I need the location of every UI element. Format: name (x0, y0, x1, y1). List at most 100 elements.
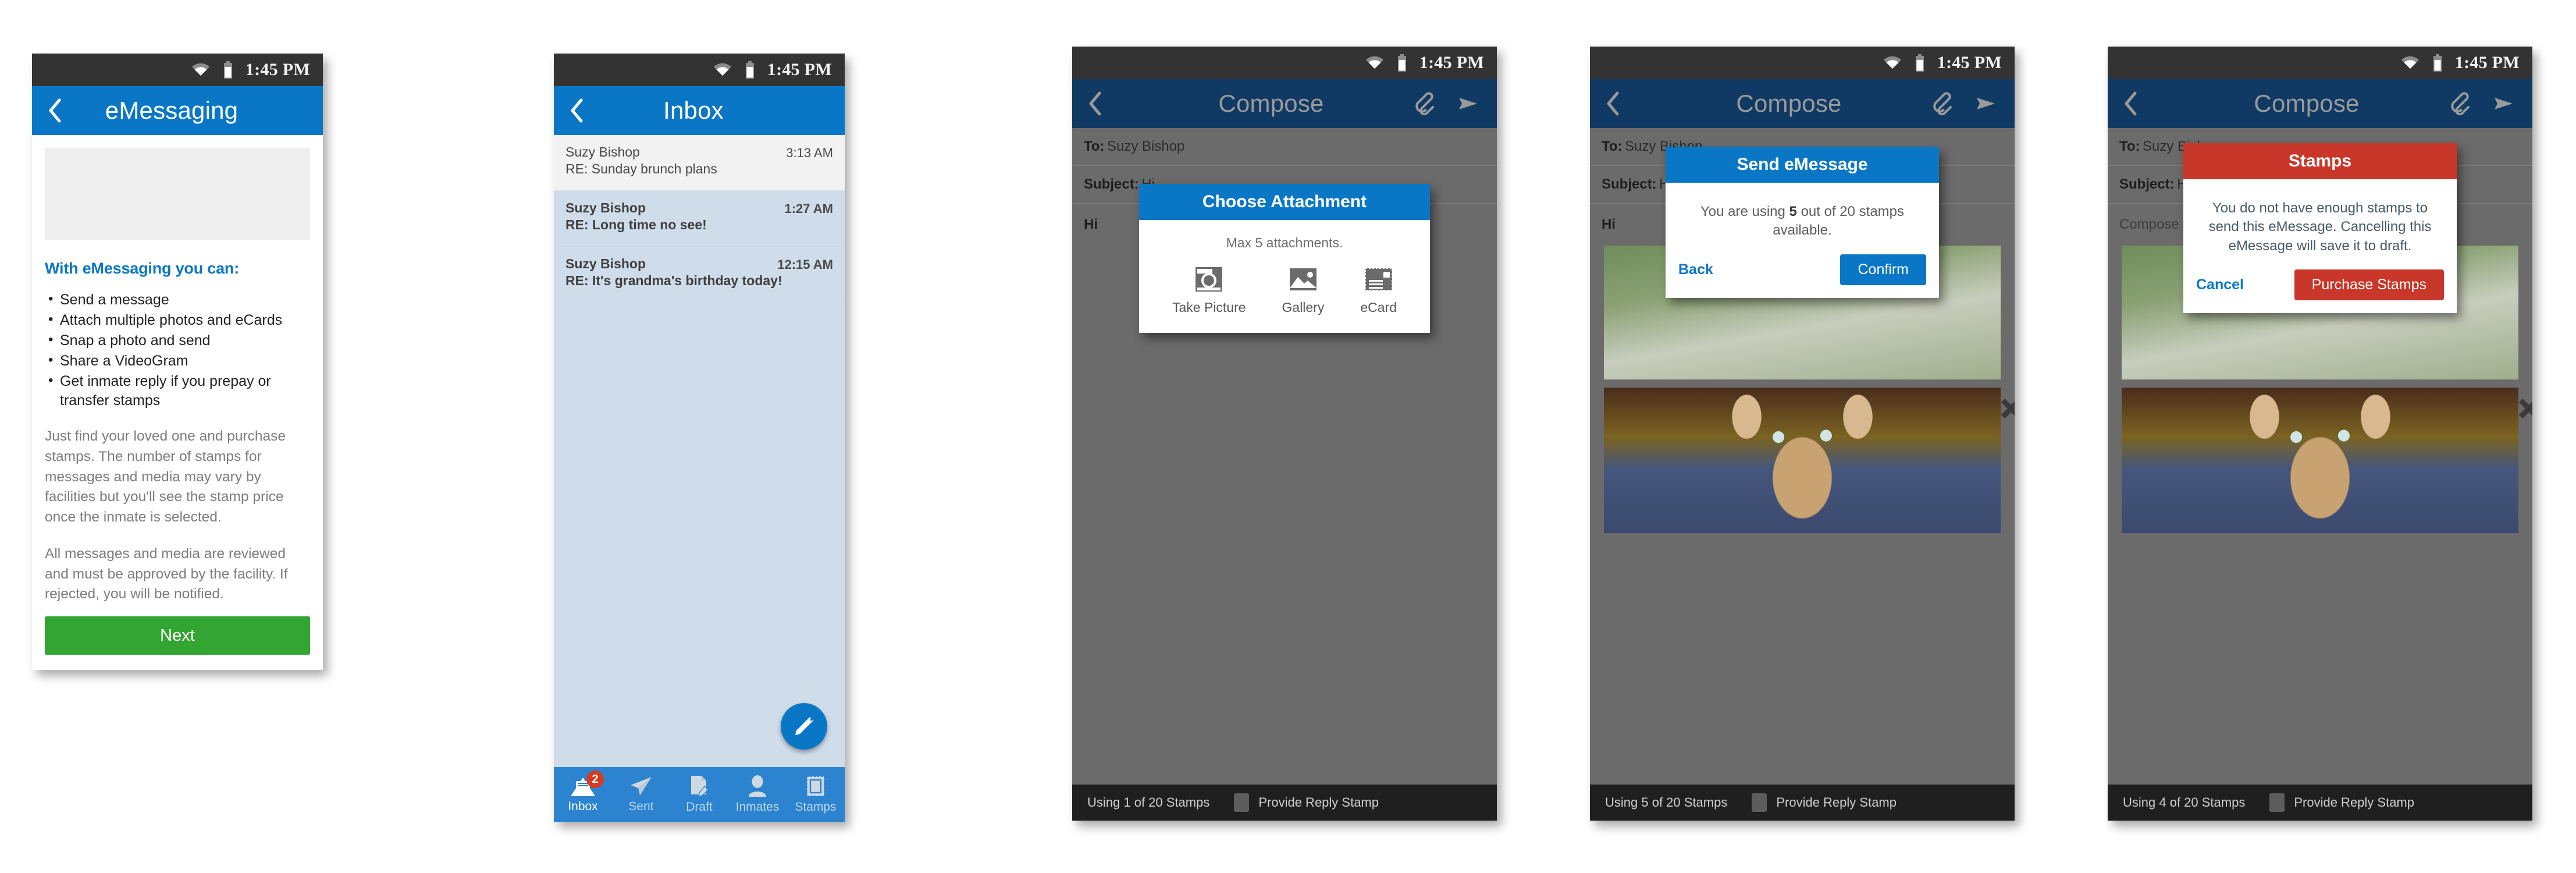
dialog-stamp-count: 5 (1789, 204, 1797, 219)
wifi-icon (1883, 56, 1901, 69)
option-label: Take Picture (1172, 300, 1246, 315)
page-title: Compose (1736, 90, 1842, 117)
bottom-tab-bar: 2 Inbox Sent Draft Inmates Stamps (554, 767, 845, 822)
status-bar-time: 1:45 PM (1419, 53, 1484, 72)
status-bar-time: 1:45 PM (2454, 53, 2520, 72)
provide-reply-stamp-label: Provide Reply Stamp (1258, 795, 1379, 810)
send-icon[interactable] (1974, 92, 1997, 115)
camera-icon (1196, 267, 1223, 292)
back-chevron-icon (571, 98, 583, 123)
tab-inbox[interactable]: 2 Inbox (554, 767, 612, 822)
hero-placeholder-image (45, 148, 310, 240)
tab-label: Stamps (795, 800, 837, 814)
confirm-button[interactable]: Confirm (1840, 254, 1926, 285)
take-picture-option[interactable]: Take Picture (1172, 266, 1246, 315)
app-bar: eMessaging (32, 86, 323, 135)
checkbox-icon (2269, 793, 2285, 812)
stamps-error-dialog: Stamps You do not have enough stamps to … (2183, 143, 2457, 314)
gallery-option[interactable]: Gallery (1282, 266, 1325, 315)
checkbox-icon (1234, 793, 1250, 812)
option-label: eCard (1360, 300, 1397, 315)
provide-reply-stamp-toggle[interactable]: Provide Reply Stamp (1752, 793, 1897, 812)
send-icon[interactable] (2492, 92, 2515, 115)
list-item: Share a VideoGram (45, 351, 310, 371)
app-bar-actions (1931, 92, 2015, 115)
page-title: Compose (1218, 90, 1324, 117)
tab-inmates[interactable]: Inmates (728, 767, 787, 822)
phone-screen-inbox: 1:45 PM Inbox Suzy Bishop RE: Sunday bru… (554, 54, 845, 822)
dialog-subtitle: Max 5 attachments. (1226, 235, 1343, 250)
paperclip-icon[interactable] (2449, 92, 2472, 115)
paperclip-icon[interactable] (1413, 92, 1436, 115)
option-label: Gallery (1282, 300, 1325, 315)
battery-icon (223, 61, 232, 79)
wifi-icon (2401, 56, 2419, 69)
table-row[interactable]: Suzy Bishop RE: It's grandma's birthday … (554, 247, 845, 303)
person-icon (749, 775, 766, 797)
intro-content: With eMessaging you can: Send a message … (32, 260, 323, 605)
send-emessage-dialog: Send eMessage You are using 5 out of 20 … (1666, 147, 1939, 298)
dialog-title: Send eMessage (1666, 147, 1939, 183)
tab-sent[interactable]: Sent (612, 767, 670, 822)
next-button[interactable]: Next (45, 616, 310, 655)
app-bar: Compose (1072, 79, 1497, 128)
wifi-icon (1365, 56, 1383, 69)
status-bar: 1:45 PM (32, 54, 323, 86)
provide-reply-stamp-toggle[interactable]: Provide Reply Stamp (1234, 793, 1379, 812)
tab-label: Draft (686, 800, 713, 814)
wifi-icon (191, 63, 209, 76)
phone-screen-compose-stamps-error: 1:45 PM Compose To: Suzy Bishop Subject:… (2108, 47, 2532, 821)
table-row[interactable]: Suzy Bishop RE: Long time no see! 1:27 A… (554, 191, 845, 247)
app-bar: Compose (2108, 79, 2532, 128)
stamp-status-bar: Using 5 of 20 Stamps Provide Reply Stamp (1590, 785, 2015, 821)
status-bar: 1:45 PM (554, 54, 845, 86)
unread-badge: 2 (586, 771, 604, 788)
wifi-icon (713, 63, 731, 76)
dialog-actions: Cancel Purchase Stamps (2183, 255, 2457, 313)
attachment-options: Take Picture Gallery eCard (1139, 251, 1430, 333)
message-subject: RE: Long time no see! (565, 217, 707, 232)
back-button[interactable]: Back (1678, 261, 1713, 278)
paperclip-icon[interactable] (1931, 92, 1954, 115)
feature-list: Send a message Attach multiple photos an… (45, 290, 310, 410)
ecard-option[interactable]: eCard (1360, 266, 1397, 315)
status-bar-time: 1:45 PM (1937, 53, 2002, 72)
dialog-actions: Back Confirm (1666, 240, 1939, 298)
provide-reply-stamp-toggle[interactable]: Provide Reply Stamp (2269, 793, 2414, 812)
purchase-stamps-button[interactable]: Purchase Stamps (2294, 269, 2444, 301)
stamp-usage-text: Using 1 of 20 Stamps (1087, 795, 1210, 810)
tab-stamps[interactable]: Stamps (787, 767, 845, 822)
compose-fab-button[interactable] (781, 703, 827, 750)
send-icon[interactable] (1456, 92, 1479, 115)
postcard-stamp-icon (1364, 268, 1393, 291)
inbox-empty-space (554, 303, 845, 767)
tab-label: Sent (628, 800, 654, 813)
back-chevron-icon (2125, 91, 2137, 116)
tab-draft[interactable]: Draft (670, 767, 728, 822)
table-row[interactable]: Suzy Bishop RE: Sunday brunch plans 3:13… (554, 135, 845, 191)
document-pencil-icon (691, 776, 709, 797)
message-time: 1:27 AM (784, 201, 833, 216)
cancel-button[interactable]: Cancel (2196, 276, 2244, 293)
back-chevron-icon (1607, 91, 1619, 116)
tab-label: Inmates (735, 800, 780, 814)
intro-paragraph-2: All messages and media are reviewed and … (45, 545, 288, 602)
compose-body: To: Suzy Bishop Subject: Hi Hi (1590, 128, 2015, 785)
tab-label: Inbox (568, 800, 598, 813)
back-chevron-icon (49, 98, 61, 123)
phone-screen-emessaging-intro: 1:45 PM eMessaging With eMessaging you c… (32, 54, 323, 670)
message-subject: RE: It's grandma's birthday today! (565, 273, 782, 288)
list-item: Snap a photo and send (45, 331, 310, 350)
compose-body: To: Suzy Bishop Subject: Hi Hi Choose At… (1072, 128, 1497, 785)
stamp-icon (806, 776, 825, 797)
provide-reply-stamp-label: Provide Reply Stamp (2294, 795, 2414, 810)
intro-heading: With eMessaging you can: (45, 260, 240, 277)
stamp-usage-text: Using 4 of 20 Stamps (2123, 795, 2246, 810)
list-item: Send a message (45, 290, 310, 310)
list-item: Attach multiple photos and eCards (45, 310, 310, 330)
dialog-title: Choose Attachment (1139, 184, 1430, 220)
status-bar-time: 1:45 PM (767, 60, 832, 79)
app-bar-actions (2449, 92, 2532, 115)
pencil-icon (795, 717, 813, 735)
back-chevron-icon (1089, 91, 1101, 116)
